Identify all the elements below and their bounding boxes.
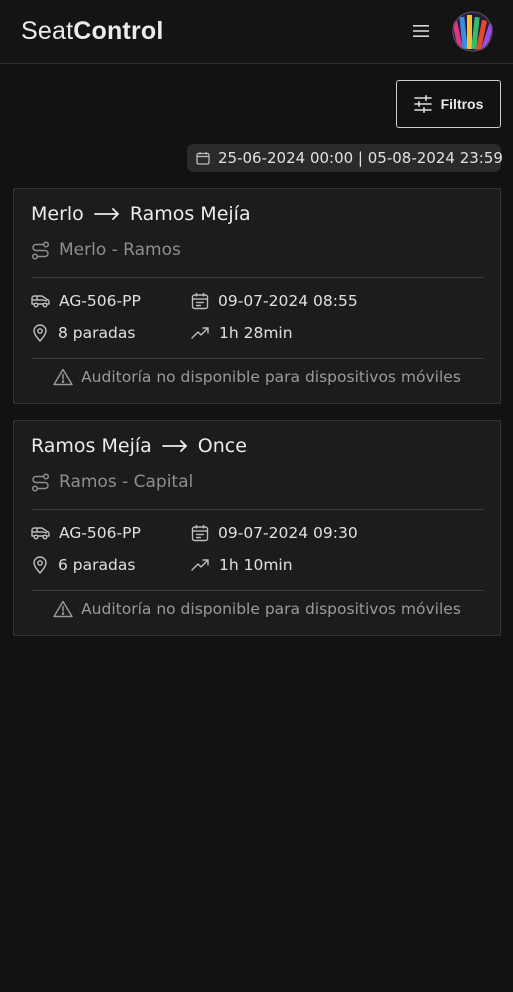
route-icon <box>31 240 50 260</box>
filters-label: Filtros <box>440 96 484 112</box>
route-name: Ramos - Capital <box>59 472 194 492</box>
vehicle-plate: AG-506-PP <box>31 292 141 310</box>
warning-text: Auditoría no disponible para dispositivo… <box>81 600 461 618</box>
trip-card[interactable]: Merlo Ramos Mejía Merlo - Ramos AG-506-P… <box>13 188 501 404</box>
warning-text: Auditoría no disponible para dispositivo… <box>81 368 461 386</box>
van-icon <box>31 526 50 540</box>
divider <box>31 509 484 510</box>
warning-icon <box>53 368 73 386</box>
divider <box>31 277 484 278</box>
trip-stops: 6 paradas <box>31 556 135 574</box>
trip-title: Ramos Mejía Once <box>31 435 247 457</box>
plate-text: AG-506-PP <box>59 292 141 310</box>
vehicle-plate: AG-506-PP <box>31 524 141 542</box>
trip-duration: 1h 10min <box>191 556 293 574</box>
divider <box>31 358 484 359</box>
trip-route: Ramos - Capital <box>31 472 193 492</box>
user-avatar[interactable] <box>452 11 493 52</box>
arrow-right-icon <box>161 440 188 452</box>
trip-card[interactable]: Ramos Mejía Once Ramos - Capital AG-506-… <box>13 420 501 636</box>
date-range-chip[interactable]: 25-06-2024 00:00 | 05-08-2024 23:59 <box>187 144 503 172</box>
duration-text: 1h 10min <box>219 556 293 574</box>
datetime-text: 09-07-2024 08:55 <box>218 292 358 310</box>
trip-destination: Ramos Mejía <box>129 203 251 225</box>
stops-text: 6 paradas <box>58 556 136 574</box>
trip-stops: 8 paradas <box>31 324 135 342</box>
route-icon <box>31 472 50 492</box>
trip-route: Merlo - Ramos <box>31 240 181 260</box>
brand-logo[interactable]: SeatControl <box>21 17 164 46</box>
hamburger-icon <box>413 25 429 37</box>
datetime-text: 09-07-2024 09:30 <box>218 524 358 542</box>
map-pin-icon <box>31 556 49 574</box>
brand-light: Seat <box>21 17 74 45</box>
trip-destination: Once <box>197 435 247 457</box>
warning-icon <box>53 600 73 618</box>
app-header: SeatControl <box>0 0 513 64</box>
trip-origin: Merlo <box>31 203 84 225</box>
date-range-text: 25-06-2024 00:00 | 05-08-2024 23:59 <box>218 149 503 167</box>
map-pin-icon <box>31 324 49 342</box>
audit-warning: Auditoría no disponible para dispositivo… <box>14 600 500 618</box>
calendar-icon <box>191 524 209 542</box>
plate-text: AG-506-PP <box>59 524 141 542</box>
audit-warning: Auditoría no disponible para dispositivo… <box>14 368 500 386</box>
van-icon <box>31 294 50 308</box>
divider <box>31 590 484 591</box>
route-name: Merlo - Ramos <box>59 240 181 260</box>
menu-button[interactable] <box>408 18 434 44</box>
trip-duration: 1h 28min <box>191 324 293 342</box>
stops-text: 8 paradas <box>58 324 136 342</box>
duration-text: 1h 28min <box>219 324 293 342</box>
trending-up-icon <box>191 326 210 340</box>
trip-datetime: 09-07-2024 08:55 <box>191 292 358 310</box>
arrow-right-icon <box>93 208 120 220</box>
trip-datetime: 09-07-2024 09:30 <box>191 524 358 542</box>
brand-bold: Control <box>73 17 164 45</box>
calendar-icon <box>191 292 209 310</box>
trending-up-icon <box>191 558 210 572</box>
trip-origin: Ramos Mejía <box>31 435 152 457</box>
filters-button[interactable]: Filtros <box>396 80 501 128</box>
trip-title: Merlo Ramos Mejía <box>31 203 251 225</box>
sliders-icon <box>413 95 432 113</box>
calendar-icon <box>196 151 210 165</box>
